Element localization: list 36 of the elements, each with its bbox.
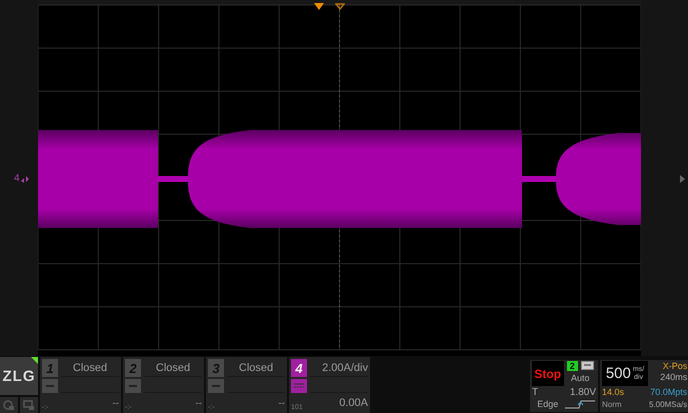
trigger-position-icon[interactable] [314,3,324,10]
channel-offset: 0.00A [338,397,368,409]
center-marker-icon [335,3,345,10]
channel-status: 2.00A/div [310,359,368,377]
rising-edge-icon [564,399,594,409]
channel-status: Closed [61,359,119,377]
run-stop-button[interactable]: Stop [532,361,564,386]
trigger-source[interactable]: 2 [566,361,578,371]
memory-depth: 70.0Mpts [649,387,688,398]
trigger-level[interactable]: 1.80V [564,387,596,398]
trigger-label: T [532,387,540,398]
x-position-label: X-Pos [662,361,688,372]
coupling-icon[interactable] [291,379,307,393]
display-icon [580,361,594,370]
minus-icon[interactable] [208,379,224,393]
touch-icon[interactable] [0,397,18,413]
channel-offset: -- [194,398,202,408]
channel-status: Closed [144,359,202,377]
ground-arrow-icon [20,174,29,182]
brand-logo[interactable]: ZLG [0,357,38,395]
channel-offset: -- [277,398,285,408]
time-scale-value: 500 [606,368,631,379]
sample-rate: 5.00MSa/s [649,399,688,410]
record-duration: 14.0s [602,387,626,398]
side-panel-arrow-icon[interactable] [680,175,685,183]
channel-number[interactable]: 4 [291,359,307,377]
channel-status: Closed [227,359,285,377]
x-position-value[interactable]: 240ms [660,372,688,383]
trigger-type[interactable]: Edge [532,399,564,410]
channel-marker[interactable]: 4 [14,173,20,184]
channel-offset: -- [111,398,119,408]
trigger-mode[interactable]: Auto [570,373,590,384]
minus-icon[interactable] [42,379,58,393]
minus-icon[interactable] [125,379,141,393]
status-corner-icon [31,357,38,364]
acquisition-mode[interactable]: Norm [602,399,648,410]
